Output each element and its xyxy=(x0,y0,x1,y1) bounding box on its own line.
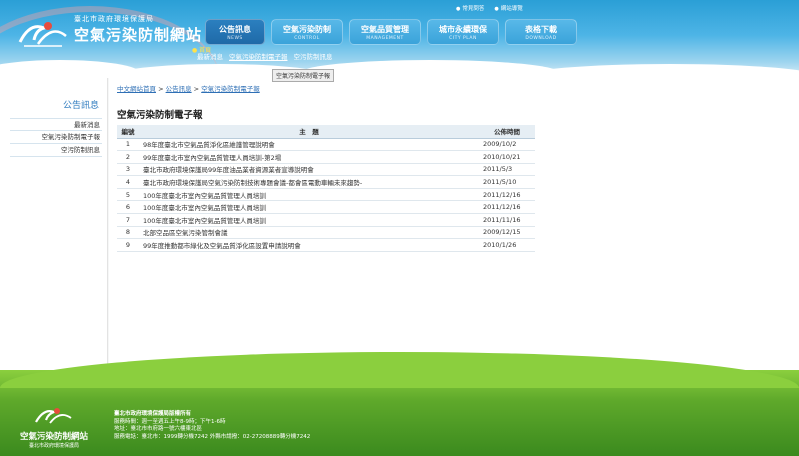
site-header: 臺北市政府環境保護局 空氣污染防制網站 ● 首頁 常見問答 網站導覽 公告訊息 … xyxy=(0,0,799,78)
row-number: 8 xyxy=(117,226,139,240)
nav-news[interactable]: 公告訊息 NEWS xyxy=(205,19,265,45)
table-row: 5 100年度臺北市室內空氣品質管理人員培訓 2011/12/16 xyxy=(117,188,535,202)
link-tooltip: 空氣污染防制電子報 xyxy=(272,69,335,82)
site-logo[interactable]: 臺北市政府環境保護局 空氣污染防制網站 ● 首頁 xyxy=(18,14,211,54)
row-title-link[interactable]: 北部空品區空氣污染管制會議 xyxy=(139,226,479,240)
footer-logo: 空氣污染防制網站 臺北市政府環境保護局 xyxy=(20,406,88,449)
table-row: 4 臺北市政府環境保護局空氣污染防制技術專題會議-都會區電動車輛未來趨勢- 20… xyxy=(117,175,535,189)
nav-control[interactable]: 空氣污染防制 CONTROL xyxy=(271,19,343,45)
sidebar-menu: 最新消息 空氣污染防制電子報 空污防制訊息 xyxy=(10,118,102,157)
footer-hours: 服務時間：週一至週五上午8-9時；下午1-6時 xyxy=(114,418,226,425)
sidebar-title: 公告訊息 xyxy=(62,101,99,111)
subnav-control-info[interactable]: 空污防制訊息 xyxy=(294,51,333,61)
row-number: 1 xyxy=(117,138,139,152)
row-title-link[interactable]: 100年度臺北市室內空氣品質管理人員培訓 xyxy=(139,200,479,215)
row-title-link[interactable]: 臺北市政府環境保護局空氣污染防制技術專題會議-都會區電動車輛未來趨勢- xyxy=(139,175,479,189)
column-header-subject: 主 題 xyxy=(139,125,479,139)
sidebar-item-newsletter[interactable]: 空氣污染防制電子報 xyxy=(10,131,102,144)
row-date: 2011/12/16 xyxy=(479,200,535,215)
nav-sublabel: DOWNLOAD xyxy=(525,36,557,41)
footer-info: 臺北市政府環境保護局版權所有 服務時間：週一至週五上午8-9時；下午1-6時 地… xyxy=(114,411,310,441)
footer-dept-name: 臺北市政府環境保護局 xyxy=(29,443,80,449)
row-date: 2010/1/26 xyxy=(479,238,535,252)
row-number: 4 xyxy=(117,175,139,189)
taipei-logo-icon xyxy=(20,406,88,430)
nav-label: 空氣污染防制 xyxy=(283,25,331,34)
dept-name: 臺北市政府環境保護局 xyxy=(74,15,154,23)
nav-sublabel: NEWS xyxy=(227,36,243,41)
nav-label: 表格下載 xyxy=(525,25,557,34)
site-footer: 空氣污染防制網站 臺北市政府環境保護局 臺北市政府環境保護局版權所有 服務時間：… xyxy=(0,352,799,456)
top-links: 常見問答 網站導覽 xyxy=(456,4,523,12)
breadcrumb-home[interactable]: 中文網站首頁 xyxy=(117,85,156,93)
taipei-logo-icon xyxy=(18,18,70,50)
nav-label: 空氣品質管理 xyxy=(361,25,409,34)
sidebar-item-control-info[interactable]: 空污防制訊息 xyxy=(10,144,102,157)
table-row: 3 臺北市政府環境保護局99年度油品業者資源業者宣導說明會 2011/5/3 xyxy=(117,163,535,177)
footer-phone: 服務電話：臺北市：1999轉分機7242 外縣市請撥：02-27208889轉分… xyxy=(114,433,311,440)
footer-copyright: 臺北市政府環境保護局版權所有 xyxy=(114,411,192,417)
row-title-link[interactable]: 98年度臺北市空氣品質淨化區維護管理說明會 xyxy=(139,138,479,152)
row-date: 2011/5/3 xyxy=(479,163,535,177)
table-header-row: 編號 主 題 公佈時間 xyxy=(117,125,535,139)
column-header-number: 編號 xyxy=(117,125,139,139)
row-number: 5 xyxy=(117,188,139,202)
table-row: 7 100年度臺北市室內空氣品質管理人員培訓 2011/11/16 xyxy=(117,213,535,227)
table-row: 2 99年度臺北市室內空氣品質管理人員培訓-第2場 2010/10/21 xyxy=(117,150,535,164)
breadcrumb-current[interactable]: 空氣污染防制電子報 xyxy=(201,85,260,93)
row-title-link[interactable]: 100年度臺北市室內空氣品質管理人員培訓 xyxy=(139,213,479,227)
main-nav: 公告訊息 NEWS 空氣污染防制 CONTROL 空氣品質管理 MANAGEME… xyxy=(205,19,577,45)
row-title-link[interactable]: 99年度臺北市室內空氣品質管理人員培訓-第2場 xyxy=(139,150,479,164)
nav-city-plan[interactable]: 城市永續環保 CITY PLAN xyxy=(427,19,499,45)
nav-sublabel: MANAGEMENT xyxy=(366,36,404,41)
breadcrumb: 中文網站首頁 > 公告訊息 > 空氣污染防制電子報 xyxy=(117,83,260,93)
nav-download[interactable]: 表格下載 DOWNLOAD xyxy=(505,19,577,45)
row-date: 2009/12/15 xyxy=(479,226,535,240)
main-content: 中文網站首頁 > 公告訊息 > 空氣污染防制電子報 空氣污染防制電子報 編號 主… xyxy=(109,78,799,378)
footer-address: 地址：臺北市市府路一號六樓東北區 xyxy=(114,426,203,432)
sitemap-link[interactable]: 網站導覽 xyxy=(494,4,523,12)
row-number: 6 xyxy=(117,200,139,215)
column-header-date: 公佈時間 xyxy=(479,125,535,139)
breadcrumb-section[interactable]: 公告訊息 xyxy=(166,85,192,93)
subnav-newsletter[interactable]: 空氣污染防制電子報 xyxy=(229,51,288,61)
row-date: 2011/11/16 xyxy=(479,213,535,227)
page-title: 空氣污染防制電子報 xyxy=(117,110,203,121)
newsletter-table: 編號 主 題 公佈時間 1 98年度臺北市空氣品質淨化區維護管理說明會 2009… xyxy=(117,125,535,252)
row-title-link[interactable]: 臺北市政府環境保護局99年度油品業者資源業者宣導說明會 xyxy=(139,163,479,177)
row-number: 7 xyxy=(117,213,139,227)
nav-management[interactable]: 空氣品質管理 MANAGEMENT xyxy=(349,19,421,45)
nav-sublabel: CITY PLAN xyxy=(449,36,477,41)
subnav-latest-news[interactable]: 最新消息 xyxy=(197,51,223,61)
sub-nav: 最新消息 空氣污染防制電子報 空污防制訊息 xyxy=(197,51,333,61)
row-number: 3 xyxy=(117,163,139,177)
footer-site-name: 空氣污染防制網站 xyxy=(20,432,89,442)
row-title-link[interactable]: 99年度推動都市綠化及空氣品質淨化區設置申請說明會 xyxy=(139,238,479,252)
faq-link[interactable]: 常見問答 xyxy=(456,4,484,12)
row-date: 2010/10/21 xyxy=(479,150,535,164)
table-row: 8 北部空品區空氣污染管制會議 2009/12/15 xyxy=(117,226,535,240)
site-name: 空氣污染防制網站 xyxy=(74,26,203,44)
cloud-decoration xyxy=(520,64,799,78)
sidebar-item-latest-news[interactable]: 最新消息 xyxy=(10,118,102,131)
table-row: 6 100年度臺北市室內空氣品質管理人員培訓 2011/12/16 xyxy=(117,200,535,215)
row-number: 2 xyxy=(117,150,139,164)
breadcrumb-separator: > xyxy=(156,85,166,93)
sidebar: 公告訊息 最新消息 空氣污染防制電子報 空污防制訊息 xyxy=(0,78,108,378)
nav-label: 城市永續環保 xyxy=(439,25,487,34)
row-date: 2011/5/10 xyxy=(479,175,535,189)
nav-label: 公告訊息 xyxy=(219,25,251,34)
row-date: 2009/10/2 xyxy=(479,138,535,152)
breadcrumb-separator: > xyxy=(191,85,202,93)
row-number: 9 xyxy=(117,238,139,252)
table-row: 9 99年度推動都市綠化及空氣品質淨化區設置申請說明會 2010/1/26 xyxy=(117,238,535,252)
table-row: 1 98年度臺北市空氣品質淨化區維護管理說明會 2009/10/2 xyxy=(117,138,535,152)
row-title-link[interactable]: 100年度臺北市室內空氣品質管理人員培訓 xyxy=(139,188,479,202)
row-date: 2011/12/16 xyxy=(479,188,535,202)
nav-sublabel: CONTROL xyxy=(294,36,320,41)
